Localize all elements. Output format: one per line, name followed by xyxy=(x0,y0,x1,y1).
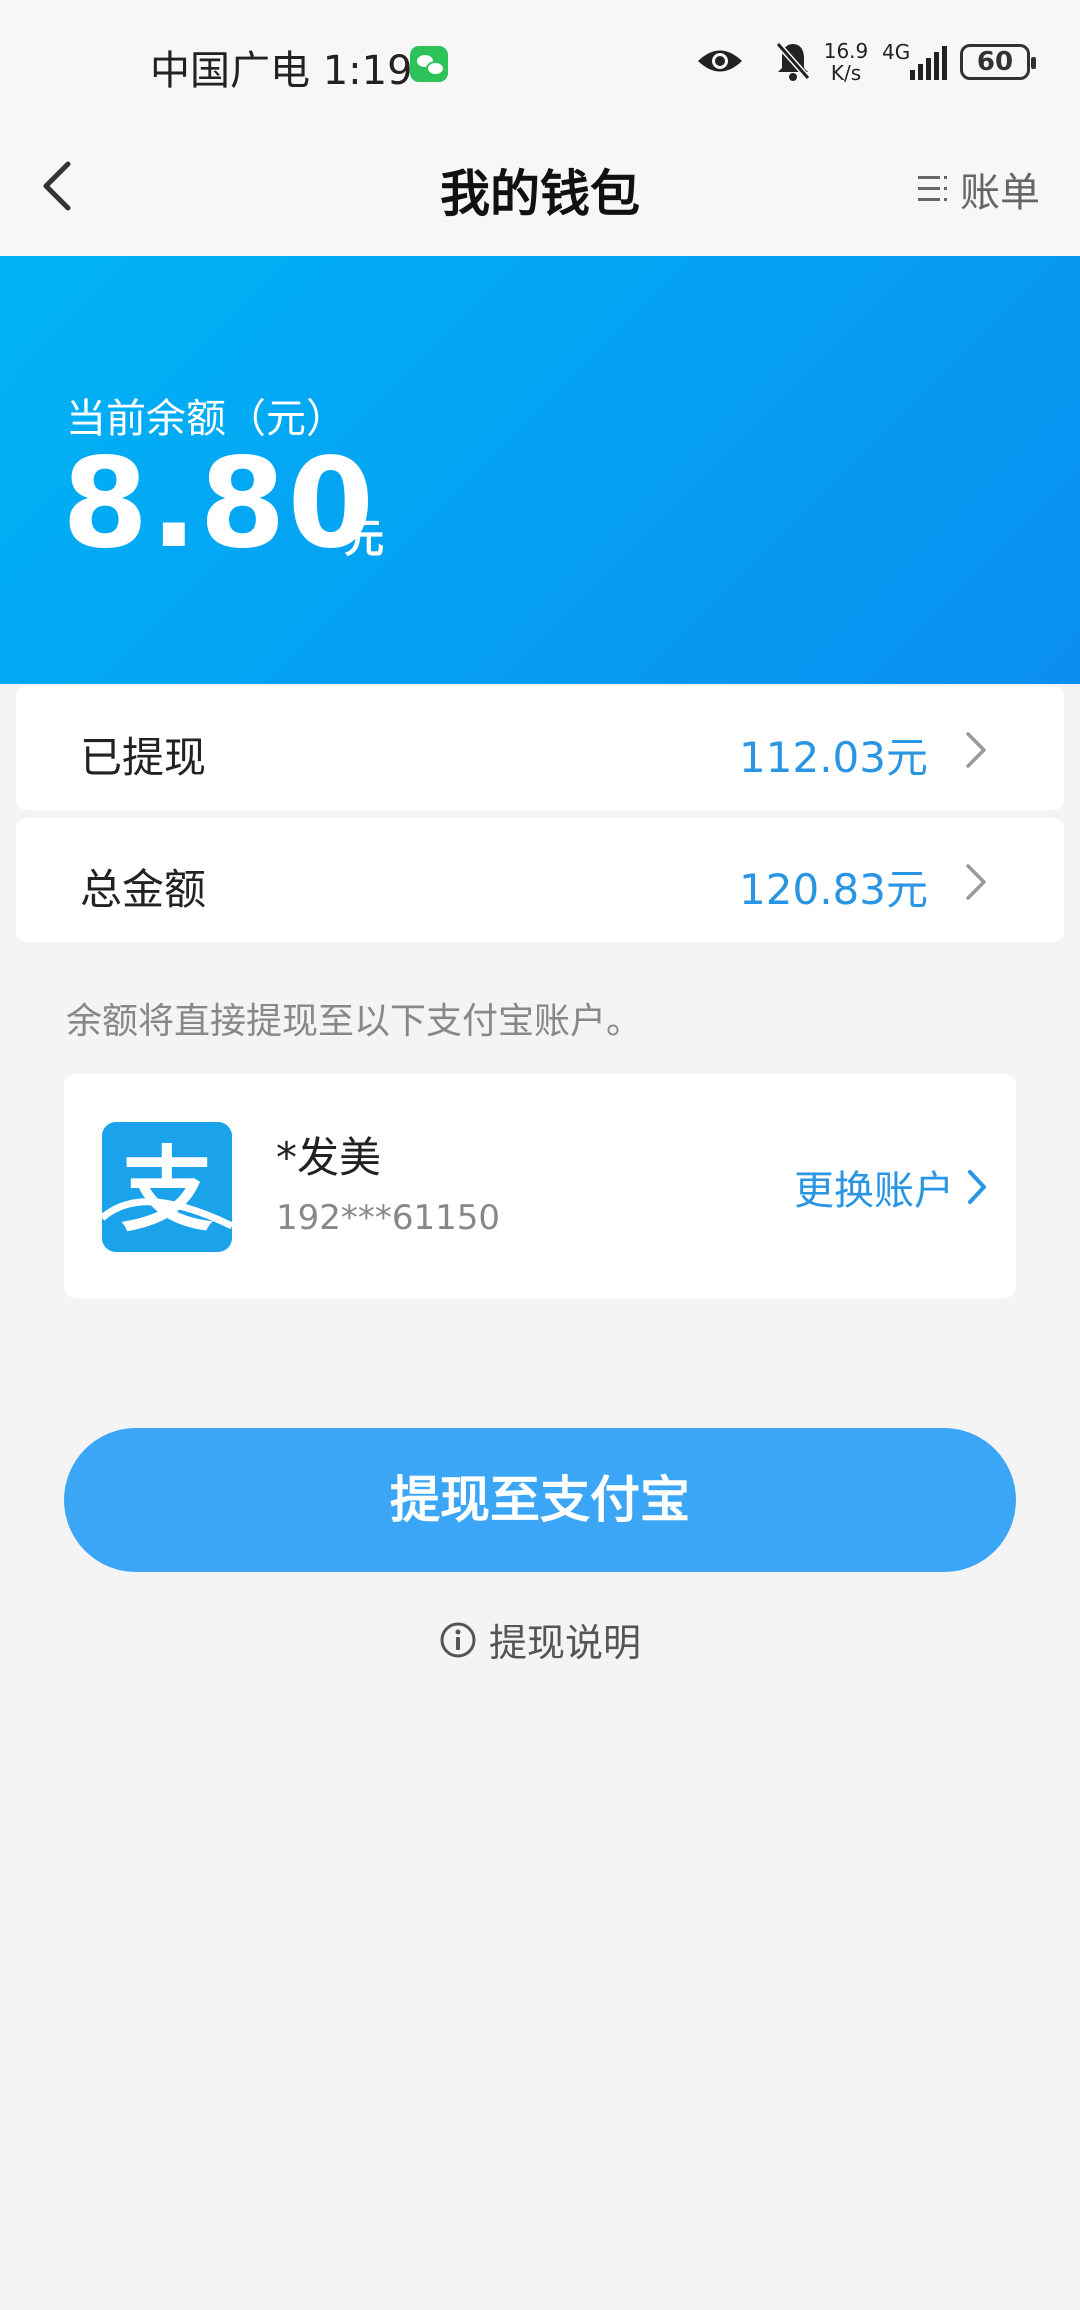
bell-muted-icon xyxy=(775,42,811,81)
signal-icon xyxy=(910,46,947,80)
status-carrier-time: 中国广电 1:19 xyxy=(150,38,413,96)
account-number: 192***61150 xyxy=(276,1198,501,1238)
alipay-account-card: 支 *发美 192***61150 更换账户 xyxy=(64,1074,1016,1298)
list-icon xyxy=(918,176,947,201)
total-amount-value: 120.83元 xyxy=(739,865,928,914)
battery-icon: 60 xyxy=(960,44,1036,80)
chevron-right-icon xyxy=(968,1170,986,1204)
eye-icon xyxy=(698,50,742,72)
wechat-icon xyxy=(410,46,448,82)
withdraw-to-alipay-button[interactable]: 提现至支付宝 xyxy=(64,1428,1016,1572)
bill-button[interactable]: 账单 xyxy=(916,160,1040,218)
withdrawn-row[interactable]: 已提现 112.03元 xyxy=(16,686,1064,810)
withdrawn-label: 已提现 xyxy=(80,733,207,782)
withdraw-info-link[interactable]: 提现说明 xyxy=(0,1612,1080,1667)
balance-amount: 8.80 xyxy=(62,432,376,576)
status-bar: 中国广电 1:19 16.9 K/s 4G 60 xyxy=(0,0,1080,128)
nav-bar: 我的钱包 账单 xyxy=(0,128,1080,256)
account-name: *发美 xyxy=(276,1133,382,1182)
network-speed-unit: K/s xyxy=(830,61,862,85)
svg-text:支: 支 xyxy=(121,1137,213,1244)
chevron-right-icon xyxy=(966,732,986,768)
network-speed-value: 16.9 xyxy=(823,39,869,63)
balance-unit: 元 xyxy=(344,516,384,562)
withdraw-info-label: 提现说明 xyxy=(488,1621,641,1665)
withdrawn-value: 112.03元 xyxy=(739,733,928,782)
change-account-button[interactable]: 更换账户 xyxy=(794,1158,988,1216)
chevron-right-icon xyxy=(966,864,986,900)
carrier-name: 中国广电 xyxy=(150,48,310,94)
balance-banner: 当前余额（元） 8.80 元 xyxy=(0,256,1080,684)
withdraw-tip: 余额将直接提现至以下支付宝账户。 xyxy=(66,1001,643,1042)
battery-level: 60 xyxy=(976,47,1014,77)
alipay-logo-icon: 支 xyxy=(102,1122,232,1252)
total-amount-label: 总金额 xyxy=(80,865,207,914)
bill-label: 账单 xyxy=(960,170,1040,216)
info-icon xyxy=(440,1622,476,1657)
network-speed: 16.9 K/s xyxy=(822,40,870,84)
total-amount-row[interactable]: 总金额 120.83元 xyxy=(16,818,1064,942)
change-account-label: 更换账户 xyxy=(794,1168,954,1214)
clock: 1:19 xyxy=(322,48,413,94)
status-icons: 16.9 K/s 4G 60 xyxy=(696,0,1080,128)
